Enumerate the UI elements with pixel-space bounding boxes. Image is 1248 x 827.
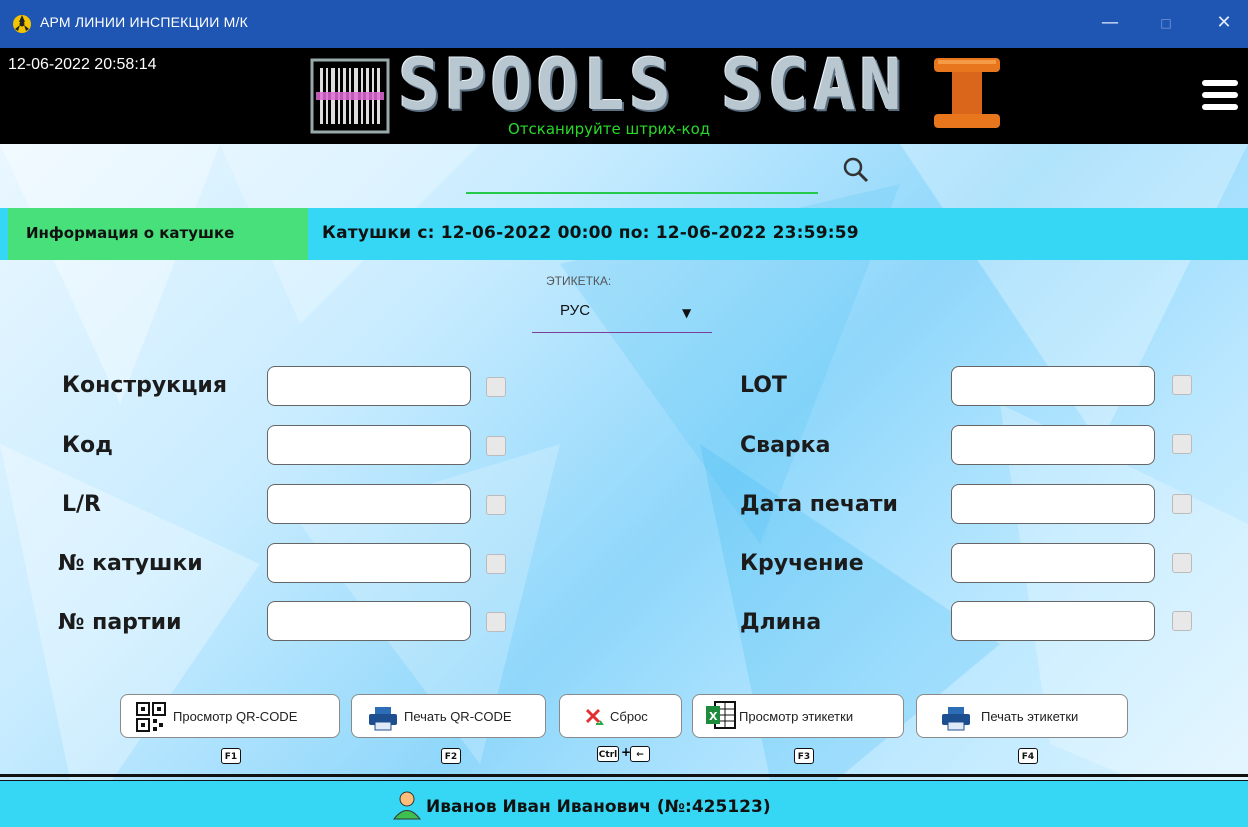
qr-code-icon <box>136 702 166 732</box>
length-input[interactable] <box>951 601 1155 641</box>
field-label-lot: LOT <box>740 373 787 398</box>
field-label-print-date: Дата печати <box>740 492 898 517</box>
print-qr-code-label: Печать QR-CODE <box>404 709 512 724</box>
key-hint-f3: F3 <box>794 748 814 764</box>
reset-button[interactable]: Сброс <box>559 694 682 738</box>
chevron-down-icon: ▼ <box>682 306 692 320</box>
app-icon <box>13 15 31 33</box>
lr-input[interactable] <box>267 484 471 524</box>
user-icon <box>392 791 422 820</box>
twist-input[interactable] <box>951 543 1155 583</box>
view-label-button[interactable]: X Просмотр этикетки <box>692 694 904 738</box>
view-label-label: Просмотр этикетки <box>739 709 854 724</box>
lr-checkbox[interactable] <box>486 495 506 515</box>
printer-icon <box>942 707 970 731</box>
twist-checkbox[interactable] <box>1172 553 1192 573</box>
maximize-button[interactable]: □ <box>1146 8 1186 40</box>
view-qr-code-label: Просмотр QR-CODE <box>173 709 298 724</box>
print-date-input[interactable] <box>951 484 1155 524</box>
welding-input[interactable] <box>951 425 1155 465</box>
field-label-twist: Кручение <box>740 551 864 576</box>
construction-checkbox[interactable] <box>486 377 506 397</box>
length-checkbox[interactable] <box>1172 611 1192 631</box>
view-qr-code-button[interactable]: Просмотр QR-CODE <box>120 694 340 738</box>
app-logo: SPOOLS SCAN <box>398 44 906 126</box>
svg-text:X: X <box>709 710 718 723</box>
print-qr-code-button[interactable]: Печать QR-CODE <box>351 694 546 738</box>
date-range-text: Катушки с: 12-06-2022 00:00 по: 12-06-20… <box>322 223 859 243</box>
key-hint-ctrl: Ctrl <box>597 746 619 762</box>
reset-label: Сброс <box>610 709 648 724</box>
printer-icon <box>369 707 397 731</box>
batch-number-checkbox[interactable] <box>486 612 506 632</box>
footer-divider <box>0 774 1248 777</box>
construction-input[interactable] <box>267 366 471 406</box>
code-input[interactable] <box>267 425 471 465</box>
menu-icon[interactable] <box>1202 80 1238 110</box>
field-label-construction: Конструкция <box>62 373 227 398</box>
field-label-batch-number: № партии <box>58 610 182 635</box>
barcode-scanner-icon <box>310 58 390 134</box>
window-title: АРМ ЛИНИИ ИНСПЕКЦИИ М/К <box>40 14 248 30</box>
window-titlebar: АРМ ЛИНИИ ИНСПЕКЦИИ М/К — □ ✕ <box>0 0 1248 48</box>
reset-icon <box>585 708 604 725</box>
spool-number-checkbox[interactable] <box>486 554 506 574</box>
lot-checkbox[interactable] <box>1172 375 1192 395</box>
field-label-spool-number: № катушки <box>58 551 203 576</box>
current-user: Иванов Иван Иванович (№:425123) <box>426 797 771 817</box>
excel-icon: X <box>706 701 736 729</box>
code-checkbox[interactable] <box>486 436 506 456</box>
label-language-value: РУС <box>560 302 591 319</box>
current-datetime: 12-06-2022 20:58:14 <box>8 56 157 73</box>
tab-spool-info[interactable]: Информация о катушке <box>8 208 308 260</box>
print-date-checkbox[interactable] <box>1172 494 1192 514</box>
barcode-search-input[interactable] <box>466 158 822 192</box>
label-select-caption: ЭТИКЕТКА: <box>546 274 612 288</box>
field-label-welding: Сварка <box>740 433 831 458</box>
search-icon[interactable] <box>840 154 870 184</box>
label-language-select[interactable]: РУС ▼ <box>532 298 712 333</box>
lot-input[interactable] <box>951 366 1155 406</box>
spool-number-input[interactable] <box>267 543 471 583</box>
scan-hint: Отсканируйте штрих-код <box>508 120 711 138</box>
search-underline <box>466 192 818 194</box>
key-hint-f1: F1 <box>221 748 241 764</box>
minimize-button[interactable]: — <box>1090 8 1130 40</box>
key-hint-f2: F2 <box>441 748 461 764</box>
batch-number-input[interactable] <box>267 601 471 641</box>
field-label-length: Длина <box>740 610 822 635</box>
app-header: 12-06-2022 20:58:14 SPOOLS SCAN Отсканир… <box>0 44 1248 144</box>
tab-spool-info-label: Информация о катушке <box>26 224 235 242</box>
key-hint-backspace: ← <box>630 746 650 762</box>
spool-icon <box>934 58 1000 128</box>
field-label-lr: L/R <box>62 492 101 517</box>
key-hint-f4: F4 <box>1018 748 1038 764</box>
print-label-button[interactable]: Печать этикетки <box>916 694 1128 738</box>
field-label-code: Код <box>62 433 113 458</box>
print-label-label: Печать этикетки <box>981 709 1079 724</box>
close-button[interactable]: ✕ <box>1204 8 1244 40</box>
welding-checkbox[interactable] <box>1172 434 1192 454</box>
